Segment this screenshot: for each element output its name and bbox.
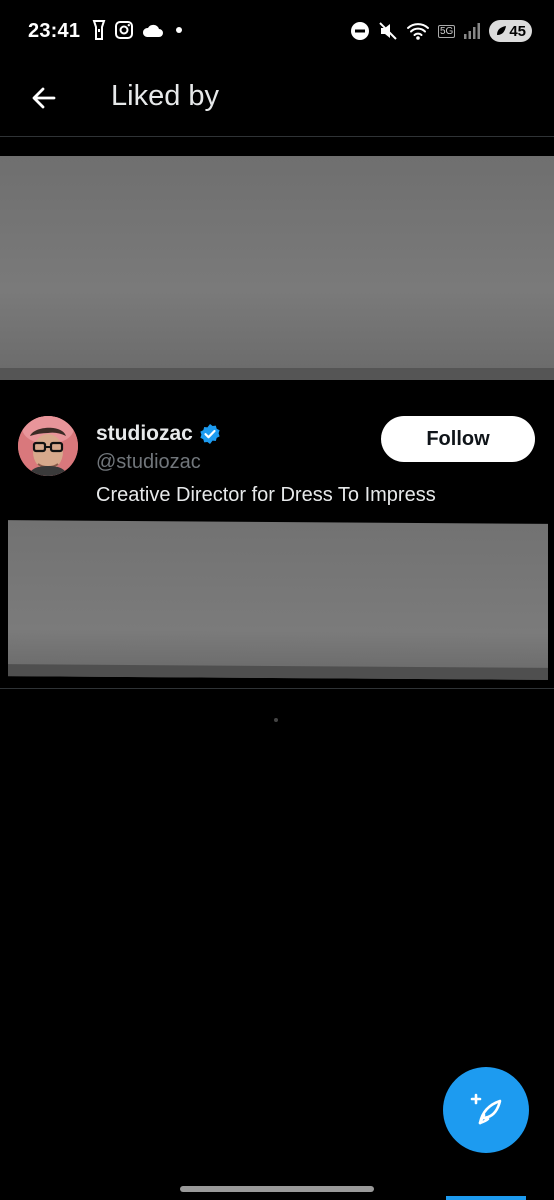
- cellular-icon: [464, 23, 481, 39]
- status-right-icons: 5G 45: [350, 20, 532, 42]
- cloud-icon: [142, 24, 163, 37]
- flashlight-icon: [92, 20, 106, 40]
- arrow-left-icon: [32, 87, 56, 109]
- user-display-name[interactable]: studiozac: [96, 422, 193, 446]
- user-bio: Creative Director for Dress To Impress: [96, 484, 436, 506]
- avatar[interactable]: [18, 416, 78, 476]
- network-label: 5G: [437, 24, 456, 38]
- redacted-media-block: [8, 520, 548, 680]
- redacted-user-block: [0, 156, 554, 380]
- status-bar: 23:41 5G 45: [0, 0, 554, 66]
- back-button[interactable]: [22, 76, 66, 120]
- header: Liked by: [0, 66, 554, 137]
- do-not-disturb-icon: [350, 22, 369, 40]
- user-name-row: studiozac: [96, 422, 221, 446]
- wifi-icon: [406, 23, 429, 40]
- instagram-icon: [115, 21, 133, 39]
- verified-badge-icon: [200, 424, 220, 444]
- follow-button[interactable]: Follow: [381, 416, 535, 462]
- status-left-icons: [92, 20, 186, 40]
- redaction-edge: [0, 368, 554, 380]
- avatar-image: [18, 416, 78, 476]
- redaction-edge: [8, 664, 548, 680]
- loading-indicator: [274, 718, 278, 722]
- user-handle: @studiozac: [96, 451, 201, 473]
- home-indicator[interactable]: [180, 1186, 374, 1192]
- page-title: Liked by: [111, 80, 220, 112]
- status-time: 23:41: [28, 20, 81, 42]
- user-list-item[interactable]: studiozac @studiozac Creative Director f…: [0, 396, 554, 689]
- battery-leaf-icon: [497, 26, 507, 35]
- bottom-accent-bar: [446, 1196, 526, 1200]
- mute-icon: [379, 22, 397, 40]
- compose-button[interactable]: [443, 1067, 529, 1153]
- dot-icon: [176, 27, 182, 33]
- battery-level: 45: [509, 22, 526, 40]
- compose-feather-icon: [470, 1093, 502, 1125]
- battery-indicator: 45: [489, 20, 532, 42]
